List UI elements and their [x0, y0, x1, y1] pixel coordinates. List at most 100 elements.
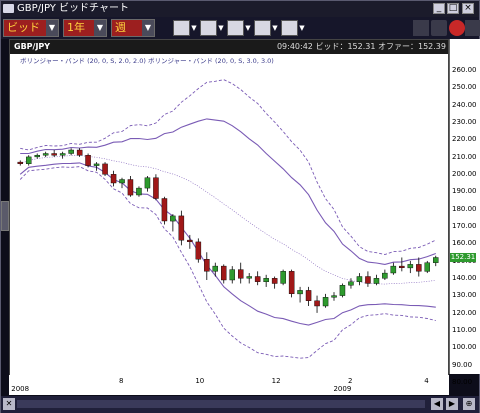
chevron-down-icon[interactable]: ▼ — [271, 20, 279, 36]
candle-down — [271, 278, 278, 284]
chevron-down-icon[interactable]: ▼ — [94, 20, 106, 36]
maximize-icon[interactable]: □ — [447, 3, 459, 14]
side-panel-toggle[interactable] — [1, 201, 9, 231]
candle-up — [373, 278, 380, 284]
candle-down — [153, 177, 159, 199]
scroll-right-icon[interactable]: ▶ — [446, 398, 458, 410]
candle-down — [17, 161, 23, 164]
candle-up — [170, 215, 176, 222]
candle-down — [254, 276, 261, 282]
candle-up — [68, 149, 74, 154]
bollinger-lower-2sd — [19, 162, 436, 326]
price-type-select[interactable]: ビッド ▼ — [3, 19, 59, 37]
candle-down — [237, 269, 244, 279]
candle-up — [407, 264, 414, 269]
window-title: GBP/JPY ビッドチャート — [17, 3, 129, 14]
chevron-down-icon[interactable]: ▼ — [244, 20, 252, 36]
price-plot — [17, 79, 439, 359]
price-tick-label: 80.00 — [452, 378, 473, 386]
time-tick-label: 12 — [271, 377, 281, 385]
scroll-left-icon[interactable]: ◀ — [431, 398, 443, 410]
candle-down — [365, 276, 371, 284]
draw-line-icon[interactable] — [173, 20, 190, 36]
price-tick-label: 100.00 — [452, 343, 477, 352]
grid-icon[interactable] — [413, 20, 429, 36]
price-tick-label: 250.00 — [452, 83, 477, 92]
price-tick-label: 160.00 — [452, 239, 477, 248]
zoom-icon[interactable]: ⊕ — [463, 398, 475, 410]
chart-type-icon[interactable] — [281, 20, 298, 36]
candle-up — [144, 177, 151, 189]
scroll-track[interactable] — [17, 400, 425, 408]
chevron-down-icon[interactable]: ▼ — [190, 20, 198, 36]
period-select[interactable]: 週 ▼ — [111, 19, 155, 37]
candle-down — [127, 179, 134, 196]
menu-icon[interactable] — [465, 20, 480, 36]
chart-header: GBP/JPY 09:40:42 ビッド：152.31 オファー：152.39 — [10, 40, 448, 54]
candle-down — [161, 198, 168, 222]
candle-down — [110, 174, 117, 184]
chart-area[interactable]: GBP/JPY 09:40:42 ビッド：152.31 オファー：152.39 … — [9, 39, 449, 395]
candle-up — [93, 163, 100, 166]
bollinger-middle — [20, 155, 436, 285]
time-tick-label: 4 — [424, 377, 429, 385]
candle-up — [297, 290, 303, 295]
minimize-icon[interactable]: _ — [433, 3, 445, 14]
close-icon[interactable]: × — [462, 3, 474, 14]
price-tick-label: 110.00 — [452, 326, 477, 334]
candle-up — [212, 265, 218, 272]
price-tick-label: 190.00 — [452, 187, 477, 196]
settings-icon[interactable] — [431, 20, 447, 36]
candle-up — [42, 153, 49, 156]
time-tick-label: 8 — [119, 377, 124, 385]
bollinger-upper-2sd — [20, 118, 436, 265]
range-select[interactable]: 1年 ▼ — [63, 19, 107, 37]
candle-up — [322, 297, 329, 307]
candle-up — [339, 284, 346, 296]
price-type-value: ビッド — [7, 21, 40, 34]
candle-up — [34, 154, 41, 158]
time-tick-label: 2 — [347, 377, 353, 385]
candle-down — [399, 265, 405, 269]
price-tick-label: 180.00 — [452, 204, 477, 213]
chevron-down-icon[interactable]: ▼ — [298, 20, 306, 36]
chevron-down-icon[interactable]: ▼ — [142, 20, 154, 36]
scroll-bar[interactable]: ✕ ◀ ▶ ⊕ — [1, 396, 479, 413]
app-icon — [3, 4, 14, 13]
price-tick-label: 170.00 — [452, 222, 477, 230]
pin-icon[interactable] — [200, 20, 217, 36]
print-icon[interactable] — [254, 20, 271, 36]
candle-up — [59, 153, 66, 156]
candle-down — [85, 154, 91, 166]
candle-up — [382, 272, 388, 279]
price-tick-label: 230.00 — [452, 118, 477, 126]
candle-up — [356, 276, 363, 282]
chevron-down-icon[interactable]: ▼ — [46, 20, 58, 36]
title-bar: GBP/JPY ビッドチャート _ □ × — [1, 1, 479, 17]
price-tick-label: 120.00 — [452, 308, 477, 317]
candle-down — [178, 215, 185, 241]
time-tick-label: 10 — [195, 377, 205, 385]
quote-readout: 09:40:42 ビッド：152.31 オファー：152.39 — [277, 40, 446, 54]
bollinger-upper-3sd — [20, 79, 436, 255]
candle-down — [204, 258, 210, 272]
alarm-icon[interactable] — [449, 20, 465, 36]
last-price-marker: 152.31 — [450, 252, 476, 262]
indicator-icon[interactable] — [227, 20, 244, 36]
time-axis: 2008 8 10 12 2009 2 4 — [9, 375, 449, 395]
time-tick-label: 2009 — [333, 385, 352, 393]
zoom-reset-icon[interactable]: ✕ — [3, 398, 15, 410]
quote-time: 09:40:42 — [276, 42, 313, 51]
candle-up — [348, 281, 354, 286]
candle-down — [51, 153, 57, 156]
quote-bid: ビッド：152.31 — [315, 42, 376, 51]
chevron-down-icon[interactable]: ▼ — [217, 20, 225, 36]
chart-window: GBP/JPY ビッドチャート _ □ × ビッド ▼ 1年 ▼ 週 ▼ ▼ ▼… — [0, 0, 480, 413]
period-value: 週 — [115, 21, 126, 34]
candle-up — [280, 271, 286, 284]
candle-up — [424, 262, 431, 272]
candle-up — [390, 265, 397, 274]
candle-down — [314, 300, 320, 307]
candle-down — [102, 163, 108, 175]
candle-up — [26, 156, 32, 165]
